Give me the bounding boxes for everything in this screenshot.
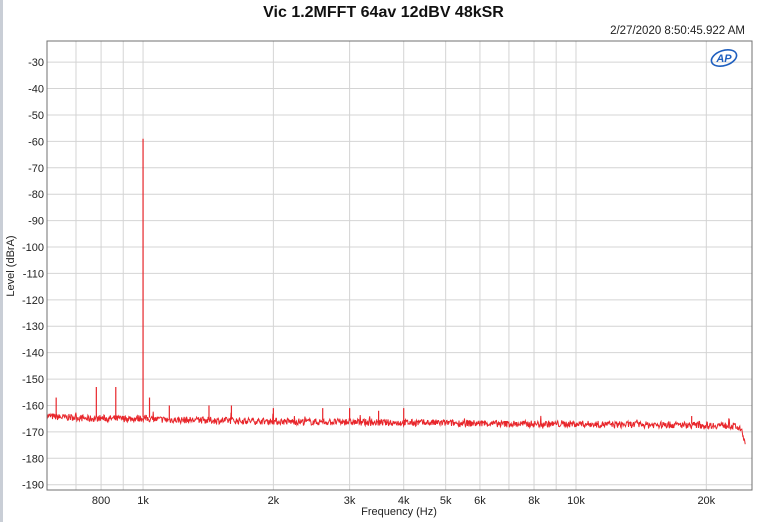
y-tick-label: -110 xyxy=(23,268,44,280)
y-tick-label: -30 xyxy=(28,57,44,69)
ap-logo-icon: AP xyxy=(710,49,738,67)
y-tick-label: -80 xyxy=(28,189,44,201)
y-tick-label: -190 xyxy=(22,480,44,492)
y-axis-label: Level (dBrA) xyxy=(5,235,17,296)
y-tick-label: -90 xyxy=(28,216,44,228)
plot-layer xyxy=(46,138,746,445)
x-tick-label: 8k xyxy=(528,495,540,507)
x-axis-label: Frequency (Hz) xyxy=(361,506,437,518)
y-tick-label: -100 xyxy=(22,242,44,254)
x-tick-label: 6k xyxy=(474,495,486,507)
series-line xyxy=(46,411,746,445)
y-tick-label: -120 xyxy=(22,295,44,307)
x-tick-label: 2k xyxy=(268,495,280,507)
x-tick-label: 10k xyxy=(567,495,585,507)
y-tick-label: -170 xyxy=(22,427,44,439)
x-tick-label: 1k xyxy=(137,495,149,507)
ap-logo-text: AP xyxy=(715,53,732,65)
y-tick-label: -50 xyxy=(28,110,44,122)
y-tick-label: -180 xyxy=(22,453,44,465)
x-tick-label: 5k xyxy=(440,495,452,507)
y-tick-label: -130 xyxy=(22,321,44,333)
y-tick-label: -70 xyxy=(28,163,44,175)
y-tick-label: -60 xyxy=(28,136,44,148)
y-tick-label: -150 xyxy=(22,374,44,386)
x-tick-label: 20k xyxy=(697,495,715,507)
tick-label-layer: -30 -40 -50 -60 -70 -80 -90 -100 -110 -120 -130 -14… xyxy=(22,57,716,507)
x-tick-label: 3k xyxy=(344,495,356,507)
fft-spectrum-chart: -30 -40 -50 -60 -70 -80 -90 -100 -110 -120 -130 -14… xyxy=(5,40,753,518)
y-tick-label: -160 xyxy=(22,400,44,412)
y-tick-label: -140 xyxy=(22,348,44,360)
y-tick-label: -40 xyxy=(28,84,44,96)
x-tick-label: 800 xyxy=(92,495,110,507)
